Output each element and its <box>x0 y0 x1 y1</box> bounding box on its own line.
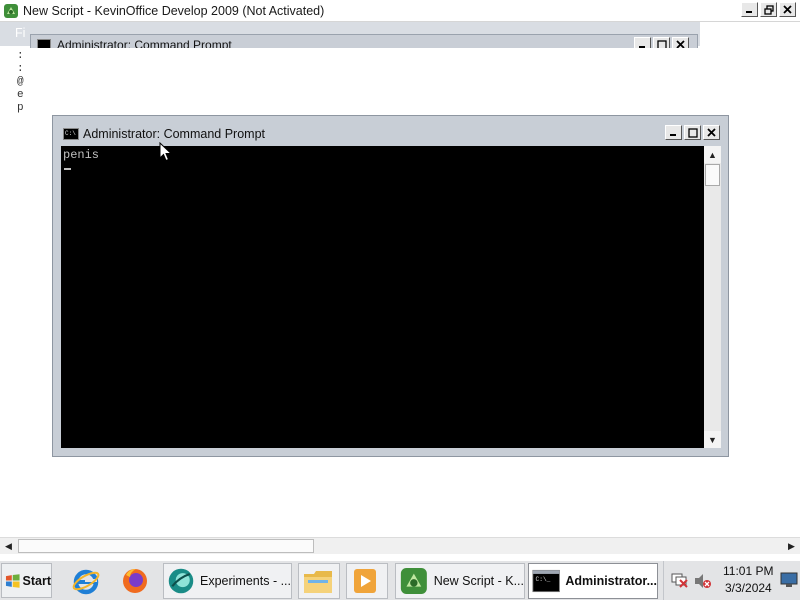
close-icon <box>704 126 719 139</box>
background-cmd-close-button[interactable] <box>672 37 689 48</box>
command-prompt-window[interactable]: C:\ Administrator: Command Prompt penis … <box>52 115 729 457</box>
taskbar-button-media-player[interactable] <box>346 563 388 599</box>
background-cmd-minimize-button[interactable] <box>634 37 651 48</box>
scroll-down-arrow-icon[interactable]: ▼ <box>704 431 721 448</box>
code-line: : <box>17 63 24 75</box>
kevinoffice-app-icon <box>4 4 18 18</box>
vertical-scroll-thumb[interactable] <box>705 164 720 186</box>
code-line: @ <box>17 76 24 88</box>
command-prompt-icon: C:\ <box>63 128 79 140</box>
command-prompt-icon <box>37 39 51 48</box>
code-line: e <box>17 89 24 101</box>
code-line: p <box>17 102 24 114</box>
media-player-icon <box>354 569 376 593</box>
editor-horizontal-scrollbar[interactable]: ◀ ▶ <box>0 537 800 554</box>
maximize-icon <box>654 38 669 48</box>
start-label: Start <box>22 573 51 588</box>
editor-titlebar[interactable]: New Script - KevinOffice Develop 2009 (N… <box>0 0 800 22</box>
windows-logo-icon <box>5 573 20 588</box>
task-label: New Script - K... <box>433 574 524 588</box>
taskbar: Start Experiments - ... New Script - K..… <box>0 560 800 600</box>
volume-muted-icon[interactable] <box>694 573 712 589</box>
scroll-right-arrow-icon[interactable]: ▶ <box>783 538 800 555</box>
editor-close-button[interactable] <box>779 2 796 17</box>
minimize-icon <box>742 3 757 16</box>
task-label: Administrator... <box>565 574 657 588</box>
taskbar-button-experiments[interactable]: Experiments - ... <box>163 563 292 599</box>
internet-explorer-icon[interactable] <box>69 564 103 598</box>
close-icon <box>673 38 688 48</box>
file-explorer-icon <box>304 571 332 593</box>
kevinoffice-icon <box>400 568 427 594</box>
console-text-cursor <box>64 168 71 170</box>
firefox-icon[interactable] <box>118 564 152 598</box>
svg-text:C:\_: C:\_ <box>536 576 551 583</box>
cmd-maximize-button[interactable] <box>684 125 701 140</box>
restore-icon <box>761 3 776 16</box>
background-command-prompt-window[interactable]: Administrator: Command Prompt <box>30 34 698 48</box>
background-cmd-maximize-button[interactable] <box>653 37 670 48</box>
background-cmd-caption-buttons <box>634 37 689 48</box>
maximize-icon <box>685 126 700 139</box>
editor-restore-button[interactable] <box>760 2 777 17</box>
console-output-text: penis <box>63 148 100 162</box>
clock-date[interactable]: 3/3/2024 <box>725 581 772 595</box>
menu-file[interactable]: Fi <box>15 26 25 40</box>
system-tray: 11:01 PM 3/3/2024 <box>663 561 800 600</box>
cmd-close-button[interactable] <box>703 125 720 140</box>
horizontal-scroll-thumb[interactable] <box>18 539 314 553</box>
editor-caption-buttons <box>741 2 796 17</box>
console-vertical-scrollbar[interactable]: ▲ ▼ <box>704 146 721 448</box>
taskbar-button-file-explorer[interactable] <box>298 563 340 599</box>
experiments-icon <box>168 568 194 594</box>
editor-window-title: New Script - KevinOffice Develop 2009 (N… <box>23 4 325 18</box>
monitor-icon[interactable] <box>780 572 798 588</box>
cmd-titlebar[interactable]: C:\ Administrator: Command Prompt <box>53 116 728 146</box>
cmd-minimize-button[interactable] <box>665 125 682 140</box>
minimize-icon <box>666 126 681 139</box>
taskbar-button-command-prompt[interactable]: C:\_ Administrator... <box>528 563 658 599</box>
start-button[interactable]: Start <box>1 563 52 598</box>
mouse-pointer-icon <box>159 142 173 162</box>
background-cmd-titlebar[interactable]: Administrator: Command Prompt <box>30 34 698 48</box>
code-line: : <box>17 50 24 62</box>
clock-time[interactable]: 11:01 PM <box>723 564 773 578</box>
scroll-left-arrow-icon[interactable]: ◀ <box>0 538 17 555</box>
console-output-area[interactable]: penis ▲ ▼ <box>61 146 721 448</box>
network-disconnected-icon[interactable] <box>671 572 689 588</box>
task-label: Experiments - ... <box>200 574 291 588</box>
command-prompt-icon: C:\_ <box>532 569 560 593</box>
minimize-icon <box>635 38 650 48</box>
taskbar-button-new-script[interactable]: New Script - K... <box>395 563 525 599</box>
cmd-window-title: Administrator: Command Prompt <box>83 127 266 141</box>
cmd-caption-buttons <box>665 125 720 140</box>
close-icon <box>780 3 795 16</box>
background-cmd-title: Administrator: Command Prompt <box>57 38 232 48</box>
editor-minimize-button[interactable] <box>741 2 758 17</box>
scroll-up-arrow-icon[interactable]: ▲ <box>704 146 721 163</box>
editor-code-gutter: : : @ e p <box>17 50 29 115</box>
